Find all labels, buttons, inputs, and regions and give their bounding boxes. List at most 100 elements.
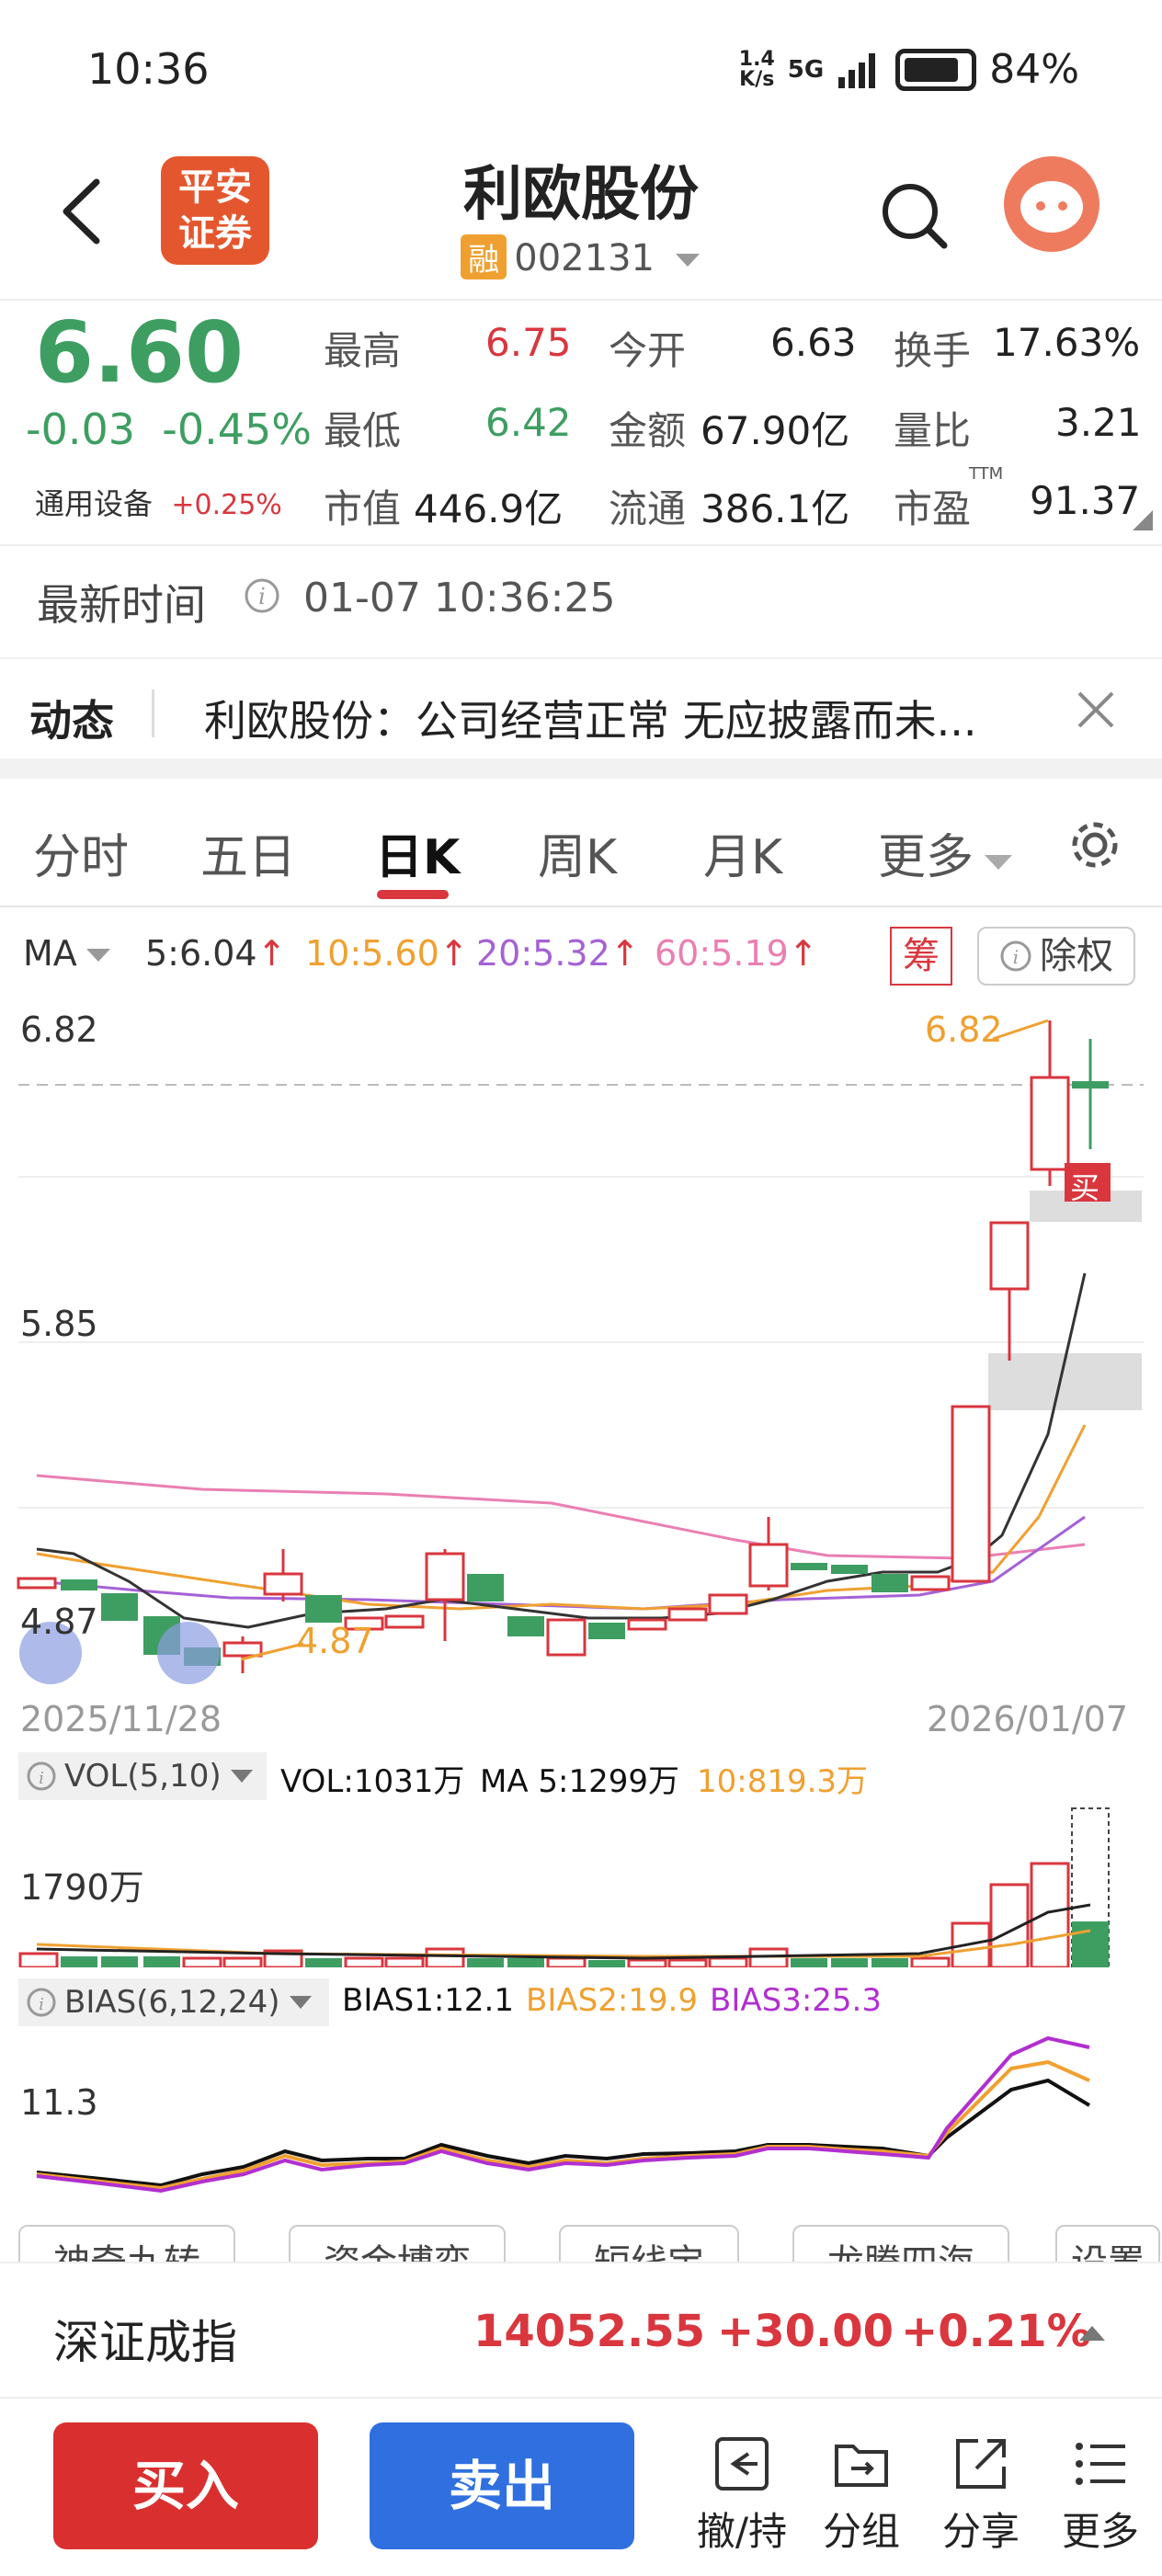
close-icon[interactable] (1074, 688, 1118, 732)
more-button[interactable]: 更多 (1050, 2427, 1151, 2557)
search-icon[interactable] (878, 179, 951, 253)
share-button[interactable]: 分享 (930, 2427, 1031, 2557)
news-text[interactable]: 利欧股份：公司经营正常 无应披露而未... (204, 688, 1050, 748)
amount-value: 67.90亿 (701, 408, 850, 453)
float-label: 流通 (609, 486, 687, 531)
status-time: 10:36 (87, 44, 210, 94)
ma-selector[interactable]: MA (23, 933, 112, 974)
battery-icon (895, 48, 977, 91)
network-speed: 1.4 K/s (738, 47, 775, 91)
volume-bars (18, 1807, 1110, 1967)
high-label: 最高 (324, 328, 402, 373)
vol-ma5: MA 5:1299万 (480, 1763, 680, 1800)
info-icon[interactable]: i (244, 577, 280, 614)
svg-text:i: i (39, 1769, 44, 1788)
candle (1030, 1076, 1070, 1171)
date-start: 2025/11/28 (20, 1699, 222, 1739)
menu-list-icon (1076, 2443, 1125, 2485)
candle (101, 1593, 138, 1621)
bias3-line (36, 2035, 1090, 2194)
ma5-value: 5:6.04↑ (145, 933, 287, 974)
chevron-down-icon (675, 254, 700, 267)
high-value: 6.75 (485, 320, 572, 365)
ma60-line (36, 1474, 1086, 1560)
candle (872, 1574, 908, 1592)
pe-value: 91.37 (1030, 478, 1141, 523)
section-gap (0, 758, 1162, 779)
bias2-value: BIAS2:19.9 (526, 1982, 698, 2019)
candle (989, 1221, 1030, 1291)
candle (17, 1577, 57, 1590)
sell-button[interactable]: 卖出 (370, 2422, 634, 2549)
gear-icon[interactable] (1066, 816, 1123, 873)
candle (305, 1595, 342, 1623)
pe-label: 市盈 (894, 486, 972, 531)
price-change: -0.03 -0.45% (26, 405, 313, 454)
bias2-line (36, 2059, 1090, 2191)
svg-text:i: i (258, 584, 266, 610)
price-axis-low: 4.87 (20, 1601, 98, 1642)
group-button[interactable]: 分组 (811, 2427, 912, 2557)
folder-icon (835, 2445, 888, 2487)
cancel-order-icon (715, 2437, 769, 2491)
candle (667, 1607, 708, 1622)
network-type: 5G (787, 55, 825, 84)
assistant-avatar[interactable] (1004, 156, 1099, 252)
candle (1072, 1081, 1109, 1089)
news-tag: 动态 (29, 696, 114, 746)
chat-bot-icon (1020, 181, 1083, 233)
date-end: 2026/01/07 (927, 1699, 1129, 1739)
tab-five-day[interactable]: 五日 (200, 818, 296, 887)
index-change: +30.00 (717, 2306, 894, 2357)
ma60-value: 60:5.19↑ (655, 933, 818, 974)
index-name: 深证成指 (53, 2316, 237, 2369)
chevron-down-icon (985, 855, 1013, 870)
open-label: 今开 (609, 328, 687, 373)
bias-chart[interactable] (0, 2027, 1162, 2211)
volume-chart[interactable] (0, 1802, 1162, 1967)
margin-badge: 融 (461, 234, 507, 279)
low-marker: 4.87 (296, 1621, 374, 1661)
candle (507, 1616, 544, 1636)
stock-code-selector[interactable]: 融 002131 (0, 234, 1162, 279)
candle (222, 1641, 263, 1658)
battery-percent: 84% (989, 46, 1079, 93)
candle (384, 1614, 425, 1629)
buy-button[interactable]: 买入 (53, 2422, 318, 2549)
expand-corner-icon[interactable] (1133, 510, 1153, 530)
candle (263, 1572, 303, 1596)
tab-more[interactable]: 更多 (878, 818, 1014, 887)
candle (910, 1575, 951, 1591)
tab-intraday[interactable]: 分时 (33, 818, 129, 887)
news-divider (152, 690, 154, 737)
vol-selector[interactable]: i VOL(5,10) (18, 1752, 267, 1800)
sector-info[interactable]: 通用设备 +0.25% (35, 481, 282, 523)
info-icon: i (27, 1761, 56, 1791)
mcap-label: 市值 (324, 486, 402, 531)
info-icon: i (1000, 940, 1031, 972)
chip-distribution-button[interactable]: 筹 (890, 927, 952, 986)
vol-ratio-value: 3.21 (1055, 400, 1142, 445)
kline-chart[interactable] (0, 1002, 1162, 1756)
vol-value: VOL:1031万 (280, 1763, 465, 1800)
candle (467, 1574, 504, 1601)
tab-weekly-k[interactable]: 周K (538, 818, 617, 887)
latest-time-label: 最新时间 (37, 580, 206, 630)
svg-text:i: i (1013, 946, 1019, 968)
candle (831, 1565, 868, 1574)
bias1-value: BIAS1:12.1 (342, 1982, 514, 2019)
reset-view-icon (157, 1622, 220, 1684)
candle (791, 1563, 827, 1570)
stock-code: 002131 (514, 237, 655, 279)
tab-monthly-k[interactable]: 月K (703, 818, 782, 887)
chevron-up-icon[interactable] (1077, 2322, 1107, 2344)
adjust-rights-button[interactable]: i 除权 (977, 927, 1135, 986)
bias1-line (36, 2078, 1091, 2188)
tab-daily-k[interactable]: 日K (375, 818, 460, 887)
ma20-line (36, 1515, 1086, 1611)
chevron-down-icon (85, 949, 110, 962)
price-axis-top: 6.82 (20, 1009, 98, 1050)
latest-time-value: 01-07 10:36:25 (303, 575, 616, 621)
bias-selector[interactable]: i BIAS(6,12,24) (18, 1978, 329, 2026)
cancel-hold-button[interactable]: 撤/持 (691, 2427, 792, 2557)
